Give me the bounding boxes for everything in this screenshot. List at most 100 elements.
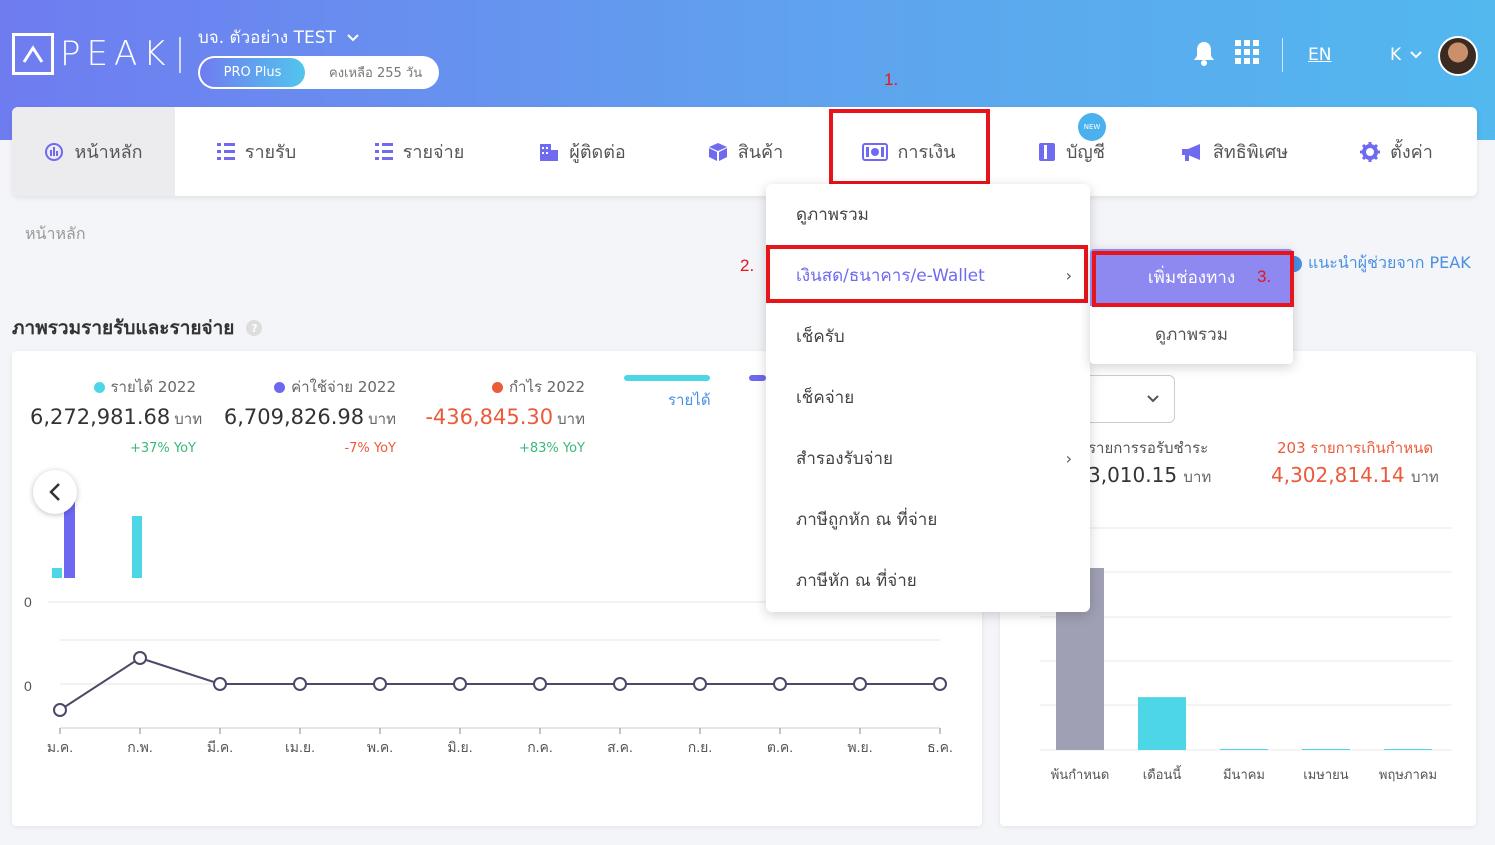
menu-item-label: เช็ครับ (796, 327, 845, 347)
nav-item-expense[interactable]: รายจ่าย (338, 107, 501, 196)
x-tick-label-9: ก.ย. (688, 739, 712, 755)
upper-y-tick: 0 (24, 594, 32, 610)
company-switcher[interactable]: บจ. ตัวอย่าง TEST (198, 24, 360, 51)
chevron-down-icon (347, 33, 359, 41)
x-tick-label-11: พ.ย. (847, 739, 872, 755)
income-list-icon (216, 142, 235, 160)
menu-item-label: เช็คจ่าย (796, 388, 855, 408)
language-switch[interactable]: EN (1308, 45, 1331, 65)
peak-logo[interactable]: PEAK (12, 33, 172, 75)
bell-icon[interactable] (1192, 40, 1216, 66)
line-point-4 (293, 677, 307, 691)
legend-income-label[interactable]: รายได้ (668, 388, 711, 412)
receivable-bar-3 (1220, 749, 1268, 750)
line-point-2 (133, 651, 147, 665)
bar-x-label-5: พฤษภาคม (1379, 767, 1437, 782)
line-point-7 (533, 677, 547, 691)
stat-expense-value-text: 6,709,826.98 (223, 405, 365, 429)
annotation-box-finance (829, 109, 990, 185)
x-tick-label-8: ส.ค. (607, 739, 633, 755)
bar-x-label-4: เมษายน (1303, 767, 1348, 782)
profit-dot (491, 381, 503, 393)
expense-dot (274, 381, 286, 393)
stat-income-value: 6,272,981.68 บาท (30, 405, 202, 431)
line-point-11 (853, 677, 867, 691)
line-point-12 (933, 677, 947, 691)
x-tick-label-2: ก.พ. (127, 739, 152, 755)
nav-item-income[interactable]: รายรับ (175, 107, 338, 196)
main-nav: หน้าหลัก รายรับ รายจ่าย ผู้ติดต่อ สินค้า… (12, 107, 1477, 196)
menu-item-cheque-paid[interactable]: เช็คจ่าย (766, 367, 1090, 428)
bar-x-label-2: เดือนนี้ (1143, 765, 1182, 782)
x-tick-label-6: มิ.ย. (447, 739, 472, 755)
overdue-value-text: 4,302,814.14 (1271, 463, 1405, 487)
annotation-box-cash (766, 245, 1088, 303)
gear-icon (1360, 141, 1381, 162)
stat-income-label: รายได้ 2022 (30, 375, 196, 399)
nav-label: สิทธิพิเศษ (1212, 142, 1289, 163)
apps-grid-icon[interactable] (1235, 40, 1259, 64)
question-icon[interactable]: ? (246, 320, 263, 336)
menu-item-overview[interactable]: ดูภาพรวม (766, 184, 1090, 245)
line-point-5 (373, 677, 387, 691)
stat-expense-label-text: ค่าใช้จ่าย 2022 (291, 378, 396, 396)
x-tick-label-12: ธ.ค. (927, 739, 953, 755)
receivable-bar-2 (1138, 697, 1186, 750)
help-link-label: แนะนำผู้ช่วยจาก PEAK (1308, 253, 1471, 272)
pending-value: 3,010.15 บาท (1088, 463, 1211, 489)
chevron-down-icon (1147, 395, 1159, 403)
receivable-bar-4 (1302, 749, 1350, 750)
income-dot (93, 381, 105, 393)
nav-item-accounting[interactable]: บัญชี NEW (990, 107, 1153, 196)
nav-label: รายรับ (244, 142, 297, 163)
stat-profit: กำไร 2022 -436,845.30 บาท +83% YoY (410, 375, 585, 456)
header-divider-right (1282, 38, 1283, 72)
menu-item-petty-cash[interactable]: สำรองรับจ่าย › (766, 428, 1090, 489)
stat-income-label-text: รายได้ 2022 (110, 378, 197, 396)
bar-income-jan (52, 568, 62, 578)
plan-pill[interactable]: PRO Plus คงเหลือ 255 วัน (198, 56, 439, 89)
nav-item-contacts[interactable]: ผู้ติดต่อ (501, 107, 664, 196)
submenu-item-overview[interactable]: ดูภาพรวม (1090, 306, 1293, 363)
user-menu[interactable]: K (1390, 45, 1423, 65)
overdue-value: 4,302,814.14 บาท (1271, 463, 1439, 489)
megaphone-icon (1181, 143, 1200, 161)
expense-list-icon (374, 142, 393, 160)
line-point-8 (613, 677, 627, 691)
stat-expense-label: ค่าใช้จ่าย 2022 (200, 375, 396, 399)
user-initial: K (1390, 45, 1402, 65)
prev-arrow-button[interactable] (33, 470, 77, 514)
submenu-item-label: ดูภาพรวม (1155, 325, 1228, 345)
annotation-step-2: 2. (740, 256, 755, 275)
nav-label: ตั้งค่า (1390, 142, 1433, 163)
period-select[interactable] (1080, 375, 1175, 423)
stat-profit-value-text: -436,845.30 (425, 405, 554, 429)
menu-item-wht-withheld[interactable]: ภาษีหัก ณ ที่จ่าย (766, 550, 1090, 611)
menu-item-label: สำรองรับจ่าย (796, 449, 893, 469)
nav-label: หน้าหลัก (74, 142, 143, 163)
new-badge: NEW (1078, 113, 1106, 141)
help-link[interactable]: แนะนำผู้ช่วยจาก PEAK (1286, 251, 1471, 276)
line-y-tick: 0 (24, 678, 32, 694)
contacts-building-icon (540, 143, 559, 161)
menu-item-wht-deducted[interactable]: ภาษีถูกหัก ณ ที่จ่าย (766, 489, 1090, 550)
bar-income-feb (132, 516, 142, 578)
plan-remaining: คงเหลือ 255 วัน (329, 66, 423, 81)
stat-profit-label-text: กำไร 2022 (508, 378, 585, 396)
nav-item-home[interactable]: หน้าหลัก (12, 107, 175, 196)
nav-item-products[interactable]: สินค้า (664, 107, 827, 196)
avatar[interactable] (1438, 36, 1478, 76)
nav-item-settings[interactable]: ตั้งค่า (1316, 107, 1477, 196)
receivable-bar-5 (1384, 749, 1432, 750)
x-tick-label-1: ม.ค. (47, 739, 73, 755)
stat-expense-yoy: -7% YoY (344, 441, 396, 456)
profit-line-chart: 0 ม.ค. ก.พ. มี.ค. เม.ย. พ.ค. มิ.ย. ก.ค. ส.ค. ก.ย… (24, 639, 953, 755)
legend-income-line[interactable] (624, 375, 710, 381)
company-name: บจ. ตัวอย่าง TEST (198, 28, 336, 48)
menu-item-cheque-received[interactable]: เช็ครับ (766, 306, 1090, 367)
nav-item-privileges[interactable]: สิทธิพิเศษ (1153, 107, 1316, 196)
legend-expense-line[interactable] (749, 375, 766, 381)
unit-label: บาท (1183, 468, 1212, 486)
stat-expense-value: 6,709,826.98 บาท (200, 405, 396, 431)
stat-income-value-text: 6,272,981.68 (30, 405, 171, 429)
